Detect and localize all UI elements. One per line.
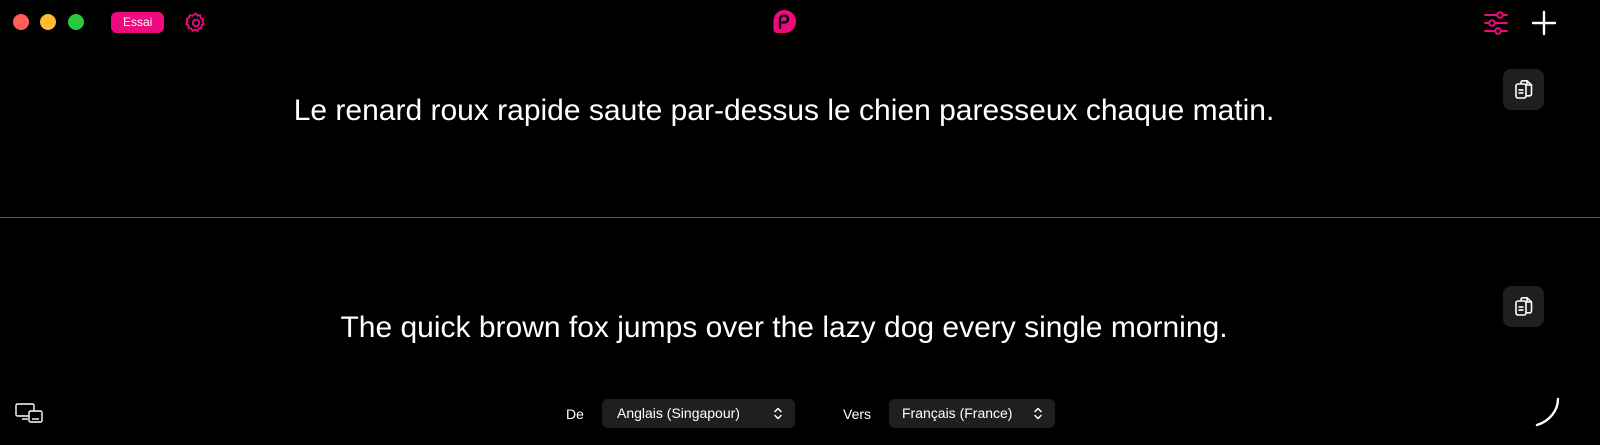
app-logo — [770, 8, 798, 36]
chevron-updown-icon — [1034, 407, 1042, 420]
close-window-button[interactable] — [13, 14, 29, 30]
app-logo-icon — [773, 10, 796, 33]
filters-button[interactable] — [1482, 10, 1510, 36]
gear-icon — [185, 12, 205, 32]
trial-badge[interactable]: Essai — [111, 12, 165, 33]
settings-button[interactable] — [184, 11, 208, 35]
devices-icon — [15, 403, 43, 423]
source-language-select[interactable]: Anglais (Singapour) — [602, 399, 795, 428]
panel-divider — [0, 217, 1600, 218]
plus-icon — [1531, 10, 1557, 36]
add-button[interactable] — [1530, 9, 1558, 37]
target-language-value: Français (France) — [902, 405, 1013, 421]
source-text[interactable]: Le renard roux rapide saute par-dessus l… — [0, 94, 1568, 128]
devices-button[interactable] — [14, 402, 44, 424]
loading-indicator — [1528, 394, 1564, 430]
minimize-window-button[interactable] — [40, 14, 56, 30]
target-language-select[interactable]: Français (France) — [889, 399, 1055, 428]
source-language-value: Anglais (Singapour) — [617, 405, 740, 421]
loading-icon — [1535, 397, 1560, 427]
to-label: Vers — [843, 406, 872, 422]
target-text[interactable]: The quick brown fox jumps over the lazy … — [0, 311, 1568, 345]
sliders-icon — [1484, 11, 1508, 35]
maximize-window-button[interactable] — [68, 14, 84, 30]
from-label: De — [566, 406, 584, 422]
chevron-updown-icon — [774, 407, 782, 420]
